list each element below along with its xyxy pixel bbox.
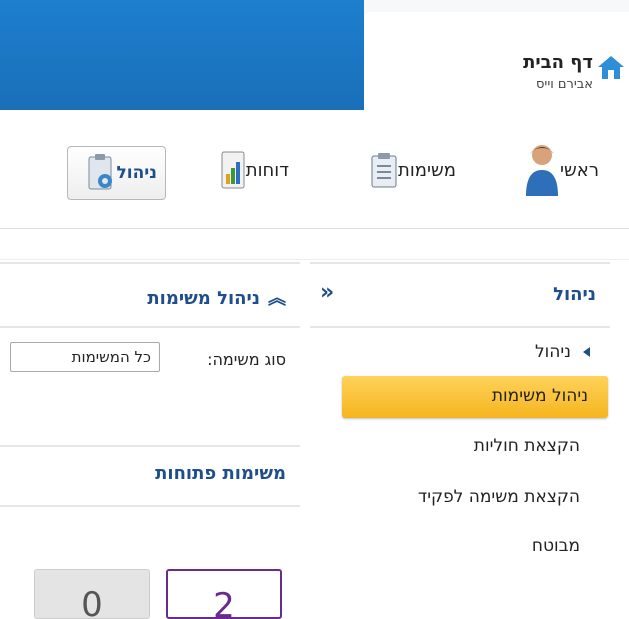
nav-item-admin[interactable]: ניהול [67,146,166,200]
nav-item-tasks[interactable]: משימות [360,140,456,200]
sidebar-title: ניהול [553,284,596,305]
task-type-label: סוג משימה: [207,350,286,369]
nav-label: ראשי [560,159,599,181]
panel-header: ︽ניהול משימות [0,262,300,328]
header-banner [0,0,364,110]
user-name: אבירם וייס [535,77,593,92]
home-icon [598,56,624,79]
nav-item-main[interactable]: ראשי [514,140,599,200]
open-tasks-header: משימות פתוחות [0,445,300,507]
sidebar-item-task-management[interactable]: ניהול משימות [342,376,608,418]
clipboard-icon [371,153,397,188]
triangle-left-icon [583,347,590,357]
sidebar-item-label: ניהול משימות [491,386,588,406]
admin-settings-icon [88,154,113,190]
sidebar-item-assign-units[interactable]: הקצאת חוליות [474,436,580,456]
sidebar-section-label: ניהול [534,342,571,362]
nav-label: ניהול [116,163,157,183]
user-icon [526,145,559,196]
count-box-other[interactable]: 0 [34,569,150,619]
report-chart-icon [221,151,245,189]
home-title: דף הבית [523,52,593,73]
nav-label: משימות [398,159,456,181]
main-nav: ראשי משימות דוחות ניהול [0,110,629,229]
main-panel: ︽ניהול משימות סוג משימה: כל המשימות משימ… [0,262,300,619]
sidebar-item-insured[interactable]: מבוטח [532,536,580,556]
chevron-up-icon[interactable]: ︽ [268,288,286,309]
toolbar-strip [0,229,629,260]
sidebar-item-assign-task-clerk[interactable]: הקצאת משימה לפקיד [418,487,580,507]
count-box-open[interactable]: 2 [166,569,282,619]
nav-label: דוחות [245,159,289,181]
top-header: דף הבית אבירם וייס [0,0,629,110]
sidebar-header: ניהול » [310,262,610,328]
sidebar-section-admin[interactable]: ניהול [535,342,590,362]
open-tasks-title: משימות פתוחות [155,463,286,484]
task-type-select[interactable]: כל המשימות [10,342,160,372]
panel-title: ︽ניהול משימות [147,288,286,309]
nav-item-reports[interactable]: דוחות [210,140,289,200]
sidebar: ניהול » ניהול ניהול משימות הקצאת חוליות … [310,262,610,609]
home-tab[interactable]: דף הבית אבירם וייס [364,12,629,110]
collapse-sidebar-icon[interactable]: » [320,280,334,305]
